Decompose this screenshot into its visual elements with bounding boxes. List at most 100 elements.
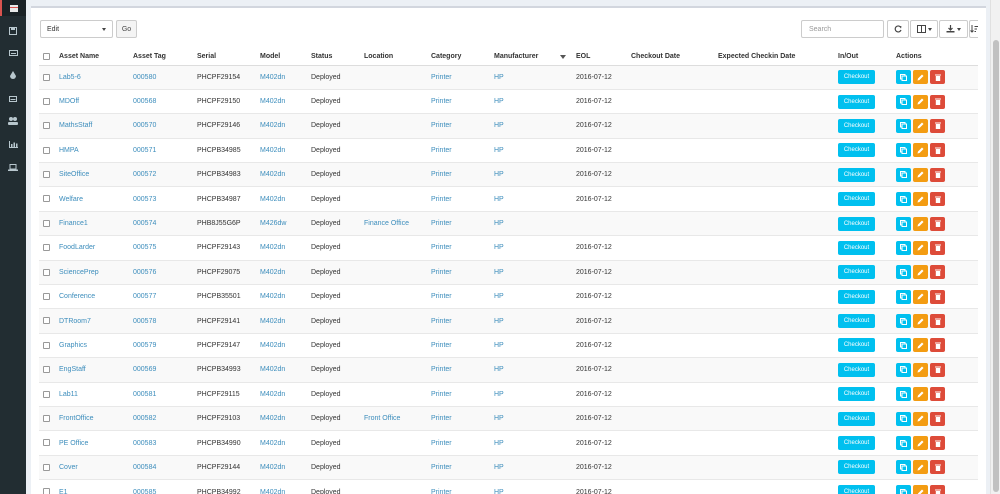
edit-button[interactable] — [913, 485, 928, 494]
manufacturer-link[interactable]: HP — [494, 415, 504, 422]
delete-button[interactable] — [930, 411, 945, 426]
manufacturer-link[interactable]: HP — [494, 293, 504, 300]
clone-button[interactable] — [896, 411, 911, 426]
category-link[interactable]: Printer — [431, 415, 452, 422]
category-link[interactable]: Printer — [431, 293, 452, 300]
checkout-button[interactable]: Checkout — [838, 240, 875, 255]
row-checkbox[interactable] — [43, 244, 50, 252]
checkout-button[interactable]: Checkout — [838, 362, 875, 377]
model-link[interactable]: M402dn — [260, 464, 285, 471]
manufacturer-link[interactable]: HP — [494, 171, 504, 178]
asset-name-link[interactable]: HMPA — [59, 147, 79, 154]
clone-button[interactable] — [896, 485, 911, 494]
checkout-button[interactable]: Checkout — [838, 460, 875, 475]
export-button[interactable] — [939, 20, 968, 38]
manufacturer-link[interactable]: HP — [494, 196, 504, 203]
model-link[interactable]: M402dn — [260, 318, 285, 325]
edit-button[interactable] — [913, 94, 928, 109]
manufacturer-link[interactable]: HP — [494, 366, 504, 373]
model-link[interactable]: M402dn — [260, 440, 285, 447]
edit-button[interactable] — [913, 118, 928, 133]
delete-button[interactable] — [930, 118, 945, 133]
category-link[interactable]: Printer — [431, 391, 452, 398]
model-link[interactable]: M402dn — [260, 391, 285, 398]
asset-tag-link[interactable]: 000578 — [133, 318, 156, 325]
clone-button[interactable] — [896, 167, 911, 182]
asset-tag-link[interactable]: 000580 — [133, 74, 156, 81]
clone-button[interactable] — [896, 240, 911, 255]
barcode-icon[interactable] — [0, 0, 26, 16]
row-checkbox[interactable] — [43, 97, 50, 105]
edit-button[interactable] — [913, 167, 928, 182]
manufacturer-link[interactable]: HP — [494, 464, 504, 471]
asset-tag-link[interactable]: 000574 — [133, 220, 156, 227]
clone-button[interactable] — [896, 460, 911, 475]
asset-name-link[interactable]: FoodLarder — [59, 244, 95, 251]
category-link[interactable]: Printer — [431, 196, 452, 203]
edit-button[interactable] — [913, 460, 928, 475]
manufacturer-link[interactable]: HP — [494, 342, 504, 349]
checkout-button[interactable]: Checkout — [838, 436, 875, 451]
row-checkbox[interactable] — [43, 414, 50, 422]
header-manufacturer[interactable]: Manufacturer — [490, 48, 572, 66]
category-link[interactable]: Printer — [431, 147, 452, 154]
checkout-button[interactable]: Checkout — [838, 167, 875, 182]
asset-name-link[interactable]: SciencePrep — [59, 269, 99, 276]
row-checkbox[interactable] — [43, 366, 50, 374]
manufacturer-link[interactable]: HP — [494, 98, 504, 105]
bulk-action-select[interactable]: Edit — [40, 20, 113, 38]
header-asset-tag[interactable]: Asset Tag — [129, 48, 193, 66]
clone-button[interactable] — [896, 338, 911, 353]
edit-button[interactable] — [913, 70, 928, 85]
delete-button[interactable] — [930, 192, 945, 207]
refresh-button[interactable] — [887, 20, 909, 38]
row-checkbox[interactable] — [43, 195, 50, 203]
category-link[interactable]: Printer — [431, 220, 452, 227]
asset-tag-link[interactable]: 000573 — [133, 196, 156, 203]
category-link[interactable]: Printer — [431, 171, 452, 178]
delete-button[interactable] — [930, 265, 945, 280]
asset-name-link[interactable]: Graphics — [59, 342, 87, 349]
delete-button[interactable] — [930, 460, 945, 475]
checkout-button[interactable]: Checkout — [838, 94, 875, 109]
select-all-header[interactable] — [39, 48, 55, 66]
clone-button[interactable] — [896, 118, 911, 133]
asset-name-link[interactable]: Lab5-6 — [59, 74, 81, 81]
manufacturer-link[interactable]: HP — [494, 74, 504, 81]
category-link[interactable]: Printer — [431, 489, 452, 494]
asset-tag-link[interactable]: 000583 — [133, 440, 156, 447]
select-all-checkbox[interactable] — [43, 52, 50, 60]
laptop-icon[interactable] — [6, 160, 20, 174]
manufacturer-link[interactable]: HP — [494, 220, 504, 227]
header-model[interactable]: Model — [256, 48, 307, 66]
go-button[interactable]: Go — [116, 20, 137, 38]
delete-button[interactable] — [930, 387, 945, 402]
asset-tag-link[interactable]: 000575 — [133, 244, 156, 251]
checkout-button[interactable]: Checkout — [838, 216, 875, 231]
delete-button[interactable] — [930, 485, 945, 494]
checkout-button[interactable]: Checkout — [838, 338, 875, 353]
row-checkbox[interactable] — [43, 268, 50, 276]
asset-tag-link[interactable]: 000576 — [133, 269, 156, 276]
checkout-button[interactable]: Checkout — [838, 289, 875, 304]
header-eol[interactable]: EOL — [572, 48, 627, 66]
clone-button[interactable] — [896, 387, 911, 402]
model-link[interactable]: M402dn — [260, 244, 285, 251]
category-link[interactable]: Printer — [431, 366, 452, 373]
row-checkbox[interactable] — [43, 317, 50, 325]
save-icon[interactable] — [6, 24, 20, 38]
asset-tag-link[interactable]: 000570 — [133, 122, 156, 129]
checkout-button[interactable]: Checkout — [838, 70, 875, 85]
delete-button[interactable] — [930, 314, 945, 329]
delete-button[interactable] — [930, 216, 945, 231]
clone-button[interactable] — [896, 94, 911, 109]
delete-button[interactable] — [930, 289, 945, 304]
edit-button[interactable] — [913, 143, 928, 158]
category-link[interactable]: Printer — [431, 98, 452, 105]
category-link[interactable]: Printer — [431, 464, 452, 471]
asset-name-link[interactable]: Welfare — [59, 196, 83, 203]
category-link[interactable]: Printer — [431, 122, 452, 129]
model-link[interactable]: M402dn — [260, 366, 285, 373]
model-link[interactable]: M402dn — [260, 489, 285, 494]
asset-name-link[interactable]: FrontOffice — [59, 415, 94, 422]
